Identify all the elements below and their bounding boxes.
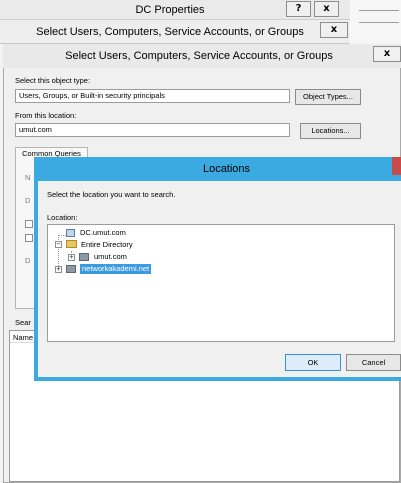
query-checkbox[interactable] [25, 220, 33, 228]
object-type-label: Select this object type: [15, 76, 91, 85]
locations-button[interactable]: Locations... [300, 123, 361, 139]
select-users-back-close-button[interactable]: x [320, 22, 348, 38]
computer-icon [66, 229, 75, 237]
tree-node-dc[interactable]: DC.umut.com [80, 228, 126, 238]
location-field[interactable]: umut.com [15, 123, 290, 137]
query-description-label: D [25, 196, 31, 205]
query-checkbox[interactable] [25, 234, 33, 242]
tree-line [58, 235, 66, 236]
ok-button[interactable]: OK [285, 354, 341, 371]
divider [359, 22, 399, 23]
select-users-back-title: Select Users, Computers, Service Account… [36, 26, 304, 38]
locations-close-button[interactable] [392, 157, 401, 175]
tree-node-networkakademi[interactable]: networkakademi.net [80, 264, 152, 274]
directory-icon [66, 240, 77, 248]
column-header-name[interactable]: Name [13, 333, 33, 342]
domain-icon [66, 265, 76, 273]
object-type-field[interactable]: Users, Groups, or Built-in security prin… [15, 89, 290, 103]
locations-instruction: Select the location you want to search. [47, 190, 176, 199]
locations-title: Locations [202, 163, 251, 175]
select-users-close-button[interactable]: x [373, 46, 401, 62]
expand-icon[interactable]: + [55, 266, 62, 273]
tree-node-entire-directory[interactable]: Entire Directory [81, 240, 133, 250]
query-name-label: N [25, 173, 31, 182]
location-tree-label: Location: [47, 213, 78, 222]
expand-icon[interactable]: + [68, 254, 75, 261]
collapse-icon[interactable]: − [55, 241, 62, 248]
tree-node-umut-com[interactable]: umut.com [94, 252, 127, 262]
cancel-button[interactable]: Cancel [346, 354, 401, 371]
divider [359, 10, 399, 11]
query-days-label: D [25, 256, 31, 265]
search-results-label: Sear [15, 318, 31, 327]
domain-icon [79, 253, 89, 261]
help-button[interactable]: ? [286, 1, 311, 17]
location-label: From this location: [15, 111, 77, 120]
select-users-title: Select Users, Computers, Service Account… [65, 50, 333, 62]
object-types-button[interactable]: Object Types... [295, 89, 361, 105]
dc-properties-close-button[interactable]: x [314, 1, 339, 17]
